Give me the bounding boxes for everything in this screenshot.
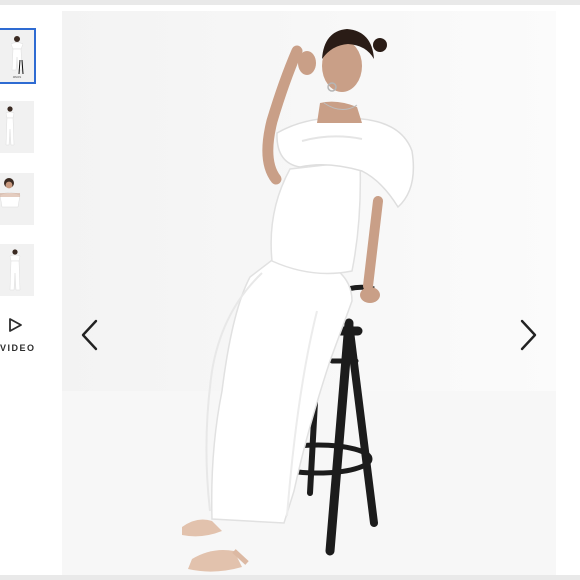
top-border	[0, 0, 580, 5]
previous-image-button[interactable]	[78, 318, 102, 352]
jumpsuit-back-thumbnail-icon	[0, 244, 34, 296]
jumpsuit-closeup-thumbnail-icon	[0, 173, 34, 225]
jumpsuit-full-front-thumbnail-icon	[0, 101, 34, 153]
video-label: VIDEO	[0, 343, 36, 353]
thumbnail-4[interactable]	[0, 244, 34, 296]
thumbnail-1[interactable]: asos	[0, 28, 36, 84]
main-product-image	[62, 11, 556, 579]
thumbnail-3[interactable]	[0, 173, 34, 225]
chevron-right-icon	[520, 319, 537, 351]
play-icon	[9, 318, 22, 332]
chevron-left-icon	[81, 319, 98, 351]
bottom-border	[0, 575, 580, 580]
model-white-jumpsuit-on-black-stool-icon	[62, 11, 556, 579]
next-image-button[interactable]	[516, 318, 540, 352]
video-button[interactable]: VIDEO	[0, 312, 36, 360]
thumbnail-caption: asos	[12, 74, 22, 79]
thumbnail-2[interactable]	[0, 101, 34, 153]
